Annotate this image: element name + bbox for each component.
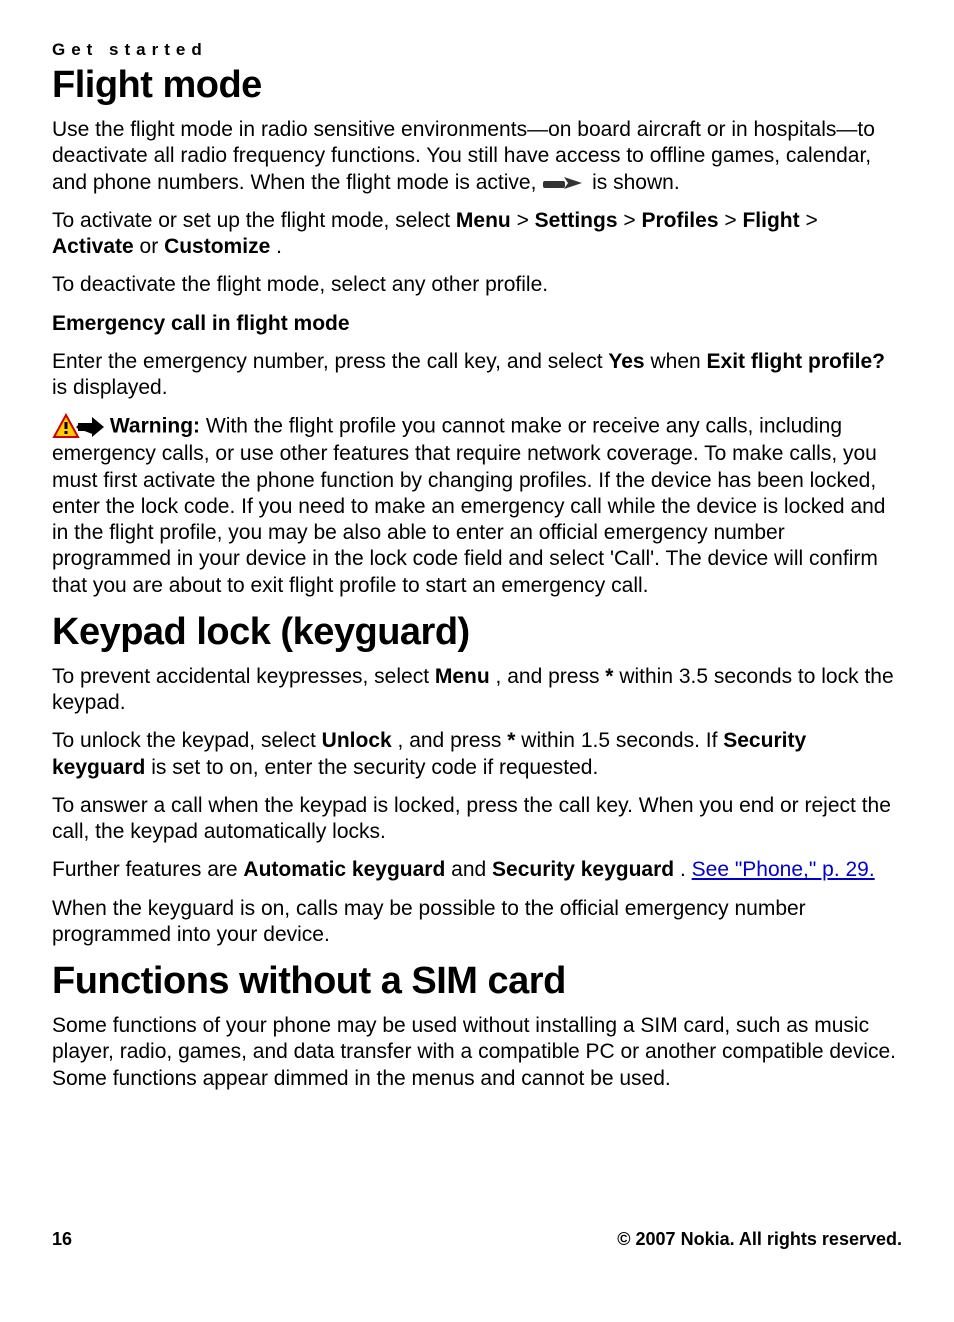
text: To unlock the keypad, select — [52, 729, 322, 752]
text: and — [451, 858, 492, 881]
text: . — [680, 858, 692, 881]
heading-flight-mode: Flight mode — [52, 64, 902, 107]
settings-label: Settings — [535, 209, 618, 232]
flight-label: Flight — [742, 209, 799, 232]
warning-icon — [52, 413, 104, 441]
page-number: 16 — [52, 1229, 72, 1250]
warning-label: Warning: — [110, 415, 206, 438]
text: is set to on, enter the security code if… — [151, 756, 598, 779]
text: , and press — [398, 729, 508, 752]
keypad-call-paragraph: To answer a call when the keypad is lock… — [52, 793, 902, 846]
text: Enter the emergency number, press the ca… — [52, 350, 608, 373]
warning-text: With the flight profile you cannot make … — [52, 415, 885, 597]
flight-deactivate-paragraph: To deactivate the flight mode, select an… — [52, 272, 902, 298]
copyright-notice: © 2007 Nokia. All rights reserved. — [617, 1229, 902, 1250]
menu-label: Menu — [456, 209, 511, 232]
emergency-instruction-paragraph: Enter the emergency number, press the ca… — [52, 349, 902, 402]
text: > — [805, 209, 817, 232]
keypad-features-paragraph: Further features are Automatic keyguard … — [52, 857, 902, 883]
section-label: Get started — [52, 40, 902, 60]
keypad-unlock-paragraph: To unlock the keypad, select Unlock , an… — [52, 728, 902, 781]
text: Further features are — [52, 858, 243, 881]
flight-mode-indicator-icon — [542, 173, 586, 193]
text: > — [517, 209, 535, 232]
nosim-paragraph: Some functions of your phone may be used… — [52, 1013, 902, 1092]
automatic-keyguard-label: Automatic keyguard — [243, 858, 445, 881]
emergency-subheading: Emergency call in flight mode — [52, 311, 902, 337]
yes-label: Yes — [608, 350, 644, 373]
text: is displayed. — [52, 376, 168, 399]
text: when — [650, 350, 706, 373]
flight-activate-paragraph: To activate or set up the flight mode, s… — [52, 208, 902, 261]
keypad-lock-paragraph: To prevent accidental keypresses, select… — [52, 664, 902, 717]
customize-label: Customize — [164, 235, 270, 258]
text: To prevent accidental keypresses, select — [52, 665, 435, 688]
unlock-label: Unlock — [322, 729, 392, 752]
text: > — [724, 209, 742, 232]
exit-flight-prompt-label: Exit flight profile? — [707, 350, 886, 373]
warning-paragraph: Warning: With the flight profile you can… — [52, 413, 902, 599]
text: Use the flight mode in radio sensitive e… — [52, 118, 875, 194]
activate-label: Activate — [52, 235, 134, 258]
see-phone-link[interactable]: See "Phone," p. 29. — [692, 858, 875, 881]
text: > — [623, 209, 641, 232]
heading-keypad-lock: Keypad lock (keyguard) — [52, 611, 902, 654]
document-page: Get started Flight mode Use the flight m… — [0, 0, 954, 1322]
text: To activate or set up the flight mode, s… — [52, 209, 456, 232]
star-key-label: * — [507, 729, 515, 752]
security-keyguard-label: Security keyguard — [492, 858, 674, 881]
menu-label: Menu — [435, 665, 490, 688]
text: . — [276, 235, 282, 258]
page-footer: 16 © 2007 Nokia. All rights reserved. — [52, 1229, 902, 1250]
text: within 1.5 seconds. If — [521, 729, 723, 752]
profiles-label: Profiles — [641, 209, 718, 232]
text: is shown. — [592, 171, 680, 194]
text: , and press — [496, 665, 606, 688]
flight-intro-paragraph: Use the flight mode in radio sensitive e… — [52, 117, 902, 196]
text: or — [140, 235, 165, 258]
keyguard-emergency-paragraph: When the keyguard is on, calls may be po… — [52, 896, 902, 949]
star-key-label: * — [605, 665, 613, 688]
heading-functions-without-sim: Functions without a SIM card — [52, 960, 902, 1003]
